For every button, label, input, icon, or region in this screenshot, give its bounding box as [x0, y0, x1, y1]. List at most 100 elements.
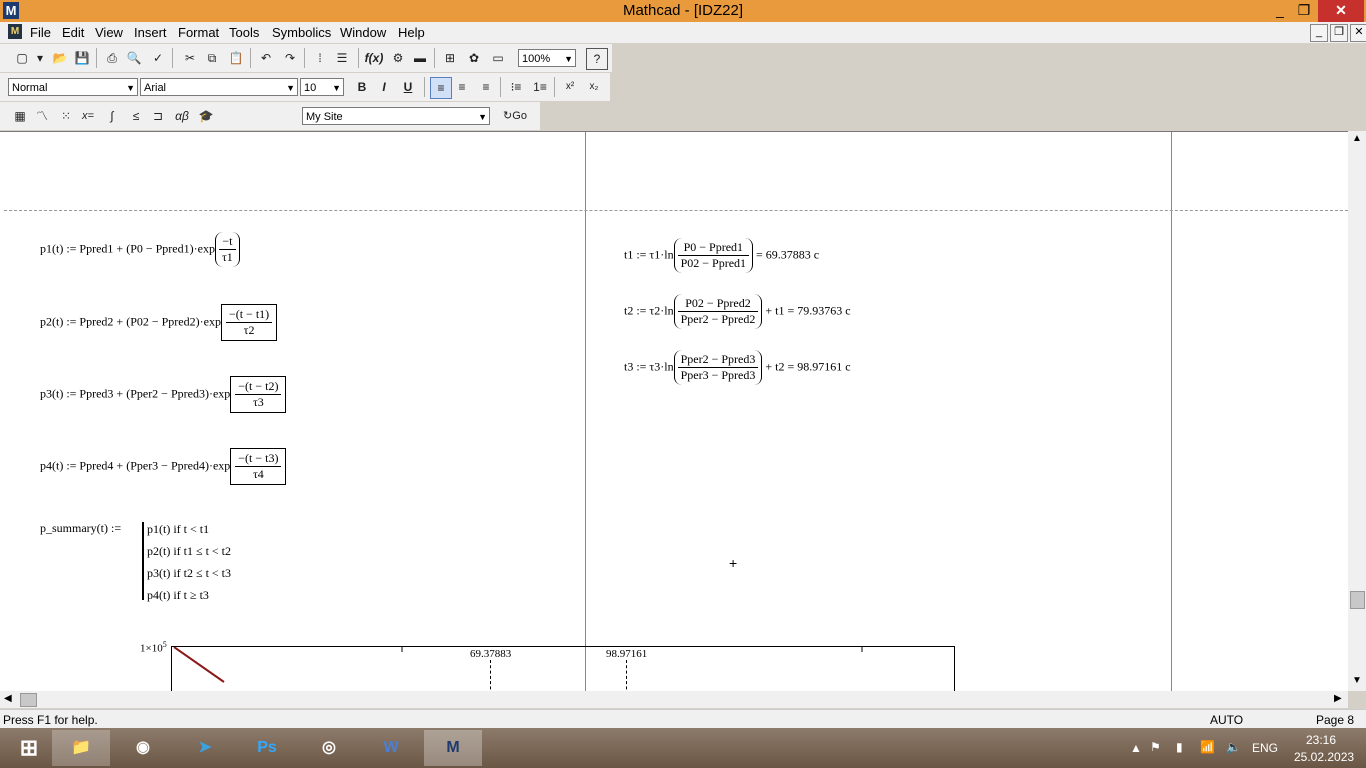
help-icon[interactable]: ?	[586, 48, 608, 70]
pressure-plot[interactable]	[171, 646, 955, 692]
scroll-left-icon[interactable]: ◀	[4, 693, 12, 704]
equation-p4[interactable]: p4(t) := Ppred4 + (Pper3 − Ppred4)·exp −(…	[40, 448, 287, 485]
horizontal-scrollbar[interactable]: ◀ ▶	[0, 691, 1348, 708]
menu-window[interactable]: Window	[340, 25, 386, 40]
align-center-icon[interactable]: ≡	[452, 77, 472, 97]
bold-button[interactable]: B	[352, 77, 372, 97]
plot-marker-t3-label: 98.97161	[606, 648, 648, 660]
equation-p-summary[interactable]: p_summary(t) :=	[40, 521, 121, 536]
zoom-select[interactable]: 100% ▼	[518, 49, 576, 67]
photoshop-icon[interactable]: Ps	[238, 730, 296, 766]
align-right-icon[interactable]: ≡	[476, 77, 496, 97]
equation-p3[interactable]: p3(t) := Ppred3 + (Pper2 − Ppred3)·exp −(…	[40, 376, 287, 413]
menu-file[interactable]: File	[30, 25, 51, 40]
start-icon[interactable]: ⊞	[0, 730, 58, 766]
insert-unit-icon[interactable]: ⚙	[388, 48, 408, 68]
menu-help[interactable]: Help	[398, 25, 425, 40]
doc-restore-button[interactable]: ❐	[1330, 24, 1348, 42]
menu-insert[interactable]: Insert	[134, 25, 167, 40]
matrix-toolbar-icon[interactable]: ⁙	[56, 106, 76, 126]
print-preview-icon[interactable]: 🔍	[124, 48, 144, 68]
restore-button[interactable]: ❐	[1290, 0, 1318, 22]
menu-symbolics[interactable]: Symbolics	[272, 25, 331, 40]
summary-line-4: p4(t) if t ≥ t3	[147, 588, 209, 602]
network-icon[interactable]: 📶	[1200, 740, 1215, 754]
status-help-text: Press F1 for help.	[3, 713, 98, 727]
resource-site-select[interactable]: My Site ▼	[302, 107, 490, 125]
tray-expand-icon[interactable]: ▲	[1130, 741, 1142, 755]
equation-t3[interactable]: t3 := τ3·ln Pper2 − Ppred3 Pper3 − Ppred3 …	[624, 350, 851, 385]
equation-p2[interactable]: p2(t) := Ppred2 + (P02 − Ppred2)·exp −(t …	[40, 304, 278, 341]
clock-date[interactable]: 25.02.2023	[1294, 750, 1354, 764]
graph-toolbar-icon[interactable]: 〽	[32, 106, 52, 126]
underline-button[interactable]: U	[398, 77, 418, 97]
paste-icon[interactable]: 📋	[226, 48, 246, 68]
telegram-icon[interactable]: ➤	[176, 730, 234, 766]
word-icon[interactable]: W	[362, 730, 420, 766]
doc-close-button[interactable]: ✕	[1350, 24, 1366, 42]
open-icon[interactable]: 📂	[50, 48, 70, 68]
calculus-toolbar-icon[interactable]: ∫	[102, 106, 122, 126]
redo-icon[interactable]: ↷	[280, 48, 300, 68]
document-icon[interactable]: M	[8, 24, 22, 39]
insert-component-icon[interactable]: ⊞	[440, 48, 460, 68]
copy-icon[interactable]: ⧉	[202, 48, 222, 68]
menu-view[interactable]: View	[95, 25, 123, 40]
scroll-right-icon[interactable]: ▶	[1334, 693, 1342, 704]
equation-p1[interactable]: p1(t) := Ppred1 + (P0 − Ppred1)·exp −t τ1	[40, 232, 240, 267]
greek-toolbar-icon[interactable]: αβ	[172, 106, 192, 126]
close-button[interactable]: ✕	[1318, 0, 1364, 22]
menu-tools[interactable]: Tools	[229, 25, 259, 40]
vertical-scroll-thumb[interactable]	[1350, 591, 1365, 609]
italic-button[interactable]: I	[374, 77, 394, 97]
chrome-icon[interactable]: ◎	[300, 730, 358, 766]
clock-time[interactable]: 23:16	[1306, 733, 1336, 747]
battery-icon[interactable]: ▮	[1176, 740, 1183, 754]
app-owl-icon[interactable]: ◉	[114, 730, 172, 766]
align-left-icon[interactable]: ≡	[430, 77, 452, 99]
evaluation-toolbar-icon[interactable]: x=	[78, 106, 98, 126]
menu-format[interactable]: Format	[178, 25, 219, 40]
insert-function-icon[interactable]: f(x)	[364, 48, 384, 68]
doc-minimize-button[interactable]: _	[1310, 24, 1328, 42]
calculator-toolbar-icon[interactable]: ▦	[10, 106, 30, 126]
cut-icon[interactable]: ✂	[180, 48, 200, 68]
taskbar: ⊞ 📁 ◉ ➤ Ps ◎ W M ▲ ⚑ ▮ 📶 🔈 ENG 23:16 25.…	[0, 728, 1366, 768]
undo-icon[interactable]: ↶	[256, 48, 276, 68]
style-select[interactable]: Normal ▼	[8, 78, 138, 96]
mathcad-icon[interactable]: M	[424, 730, 482, 766]
worksheet[interactable]: p1(t) := Ppred1 + (P0 − Ppred1)·exp −t τ1 …	[0, 131, 1348, 692]
calculate-icon[interactable]: ▬	[410, 48, 430, 68]
programming-toolbar-icon[interactable]: ⊐	[148, 106, 168, 126]
numbering-icon[interactable]: 1≡	[530, 77, 550, 97]
scroll-up-icon[interactable]: ▲	[1352, 133, 1362, 144]
superscript-icon[interactable]: x²	[560, 77, 580, 97]
language-indicator[interactable]: ENG	[1252, 741, 1278, 755]
font-size-select[interactable]: 10 ▼	[300, 78, 344, 96]
menu-edit[interactable]: Edit	[62, 25, 84, 40]
vertical-scrollbar[interactable]: ▲ ▼	[1348, 131, 1366, 691]
volume-icon[interactable]: 🔈	[1226, 740, 1241, 754]
new-icon[interactable]: ▢	[12, 48, 32, 68]
font-select[interactable]: Arial ▼	[140, 78, 298, 96]
bullets-icon[interactable]: ⁝≡	[506, 77, 526, 97]
equation-t1[interactable]: t1 := τ1·ln P0 − Ppred1 P02 − Ppred1 = 69.…	[624, 238, 819, 273]
save-icon[interactable]: 💾	[72, 48, 92, 68]
align-across-icon[interactable]: ⁞	[310, 48, 330, 68]
go-button[interactable]: ↻Go	[500, 106, 530, 126]
boolean-toolbar-icon[interactable]: ≤	[126, 106, 146, 126]
symbolic-toolbar-icon[interactable]: 🎓	[196, 106, 216, 126]
status-mode: AUTO	[1210, 713, 1244, 727]
align-down-icon[interactable]: ☰	[332, 48, 352, 68]
flag-icon[interactable]: ⚑	[1150, 740, 1161, 754]
subscript-icon[interactable]: x₂	[584, 77, 604, 97]
horizontal-scroll-thumb[interactable]	[20, 693, 37, 707]
file-explorer-icon[interactable]: 📁	[52, 730, 110, 766]
spell-check-icon[interactable]: ✓	[148, 48, 168, 68]
print-icon[interactable]: ⎙	[102, 48, 122, 68]
new-dropdown-icon[interactable]: ▾	[30, 48, 50, 68]
insert-math-region-icon[interactable]: ▭	[488, 48, 508, 68]
resource-icon[interactable]: ✿	[464, 48, 484, 68]
equation-t2[interactable]: t2 := τ2·ln P02 − Ppred2 Pper2 − Ppred2 + …	[624, 294, 851, 329]
scroll-down-icon[interactable]: ▼	[1352, 675, 1362, 686]
